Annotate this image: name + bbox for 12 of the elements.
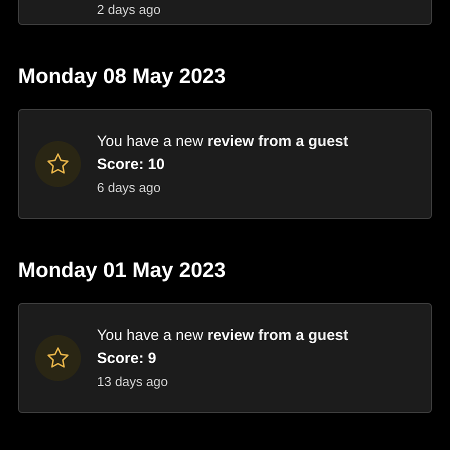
date-heading: Monday 01 May 2023 (18, 259, 227, 283)
notification-message: You have a new review from a guest (97, 326, 348, 346)
notification-card[interactable]: You have a new review from a guest Score: 10 6 days ago (18, 109, 432, 219)
score-text: Score: 10 (97, 154, 166, 174)
notification-message: You have a new review from a guest (97, 132, 348, 152)
time-ago: 6 days ago (97, 178, 162, 197)
time-ago: 13 days ago (97, 372, 169, 391)
date-heading: Monday 08 May 2023 (18, 65, 227, 89)
time-ago: 2 days ago (97, 1, 162, 19)
notification-card[interactable]: You have a new review from a guest Score: 9 13 days ago (18, 303, 432, 413)
score-text: Score: 9 (97, 348, 158, 368)
notification-card[interactable]: 2 days ago (18, 0, 432, 25)
